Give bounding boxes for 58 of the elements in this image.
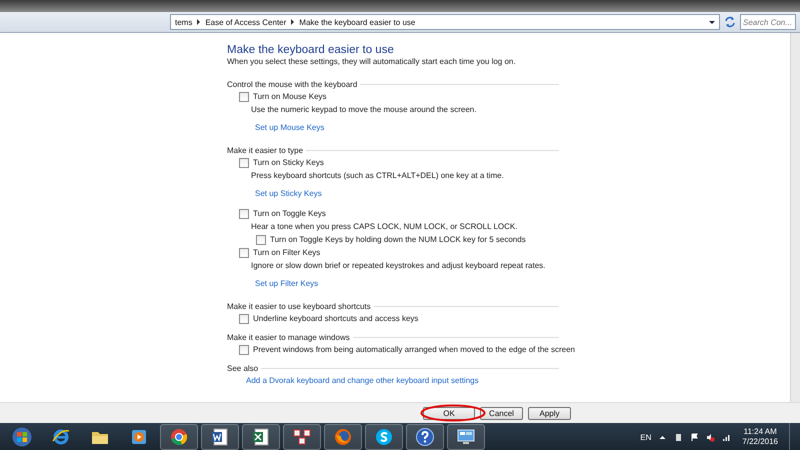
checkbox[interactable] xyxy=(239,158,249,168)
monitor-icon[interactable] xyxy=(456,427,476,447)
section-heading: Make it easier to use keyboard shortcuts xyxy=(227,302,371,310)
page-subtitle: When you select these settings, they will automatically start each time you log on. xyxy=(227,57,517,66)
checkbox[interactable] xyxy=(239,248,249,258)
checkbox[interactable] xyxy=(239,92,249,102)
checkbox[interactable] xyxy=(239,314,249,324)
chrome-icon[interactable] xyxy=(169,427,189,447)
breadcrumb[interactable]: tems xyxy=(175,18,192,26)
dropdown-icon[interactable] xyxy=(709,20,715,24)
signal-icon[interactable] xyxy=(722,432,732,442)
speaker-muted-icon[interactable] xyxy=(706,432,716,442)
start-orb-icon[interactable] xyxy=(12,427,32,447)
checkbox[interactable] xyxy=(256,234,266,244)
option-description: Hear a tone when you press CAPS LOCK, NUM LOCK, or SCROLL LOCK. xyxy=(251,222,518,231)
document-w-icon[interactable] xyxy=(210,427,230,447)
refresh-icon[interactable] xyxy=(724,16,736,28)
clock-date[interactable]: 7/22/2016 xyxy=(742,437,778,447)
section-heading: Make it easier to manage windows xyxy=(227,332,350,342)
section-heading: Control the mouse with the keyboard xyxy=(227,80,358,88)
checkbox[interactable] xyxy=(239,344,249,354)
option-description: Ignore or slow down brief or repeated keystrokes and adjust keyboard repeat rates. xyxy=(251,261,546,270)
spreadsheet-x-icon[interactable] xyxy=(251,427,271,447)
flag-icon[interactable] xyxy=(690,432,700,442)
checkbox-label[interactable]: Turn on Mouse Keys xyxy=(253,92,327,101)
breadcrumb[interactable]: Ease of Access Center xyxy=(205,18,286,26)
option-description: Press keyboard shortcuts (such as CTRL+ALT+DEL) one key at a time. xyxy=(251,171,504,180)
option-description: Use the numeric keypad to move the mouse around the screen. xyxy=(251,105,476,114)
checkbox[interactable] xyxy=(239,208,249,218)
checkbox-label[interactable]: Underline keyboard shortcuts and access keys xyxy=(253,314,418,323)
setup-link[interactable]: Add a Dvorak keyboard and change other keyboard input settings xyxy=(246,376,479,385)
language-indicator[interactable]: EN xyxy=(640,432,652,442)
section-heading: Make it easier to type xyxy=(227,146,304,154)
scrollbar[interactable] xyxy=(790,33,800,402)
checkbox-label[interactable]: Prevent windows from being automatically arranged when moved to the edge of the screen xyxy=(253,345,575,354)
setup-link[interactable]: Set up Filter Keys xyxy=(255,278,318,288)
help-icon[interactable] xyxy=(415,427,435,447)
search-field[interactable]: Search Con... xyxy=(740,14,796,30)
play-icon[interactable] xyxy=(129,427,149,447)
highlight-ellipse xyxy=(420,404,486,422)
s-logo-icon[interactable] xyxy=(374,427,394,447)
checkbox-label[interactable]: Turn on Filter Keys xyxy=(253,248,320,257)
checkbox-label[interactable]: Turn on Sticky Keys xyxy=(253,158,324,167)
address-bar[interactable]: tems Ease of Access Center Make the keyboard easier to use xyxy=(170,14,720,30)
fox-globe-icon[interactable] xyxy=(333,427,353,447)
section-heading: See also xyxy=(227,364,258,372)
network-icon[interactable] xyxy=(292,427,312,447)
clock-time[interactable]: 11:24 AM xyxy=(744,427,777,437)
breadcrumb[interactable]: Make the keyboard easier to use xyxy=(299,18,416,26)
page-title: Make the keyboard easier to use xyxy=(227,44,395,56)
dialog-button[interactable]: Cancel xyxy=(480,406,523,420)
setup-link[interactable]: Set up Sticky Keys xyxy=(255,188,322,198)
device-icon[interactable] xyxy=(674,432,684,442)
browser-e-icon[interactable] xyxy=(51,427,71,447)
checkbox-label[interactable]: Turn on Toggle Keys xyxy=(253,209,326,218)
checkbox-label[interactable]: Turn on Toggle Keys by holding down the NUM LOCK key for 5 seconds xyxy=(270,235,526,244)
setup-link[interactable]: Set up Mouse Keys xyxy=(255,122,324,132)
dialog-button[interactable]: Apply xyxy=(528,406,571,420)
